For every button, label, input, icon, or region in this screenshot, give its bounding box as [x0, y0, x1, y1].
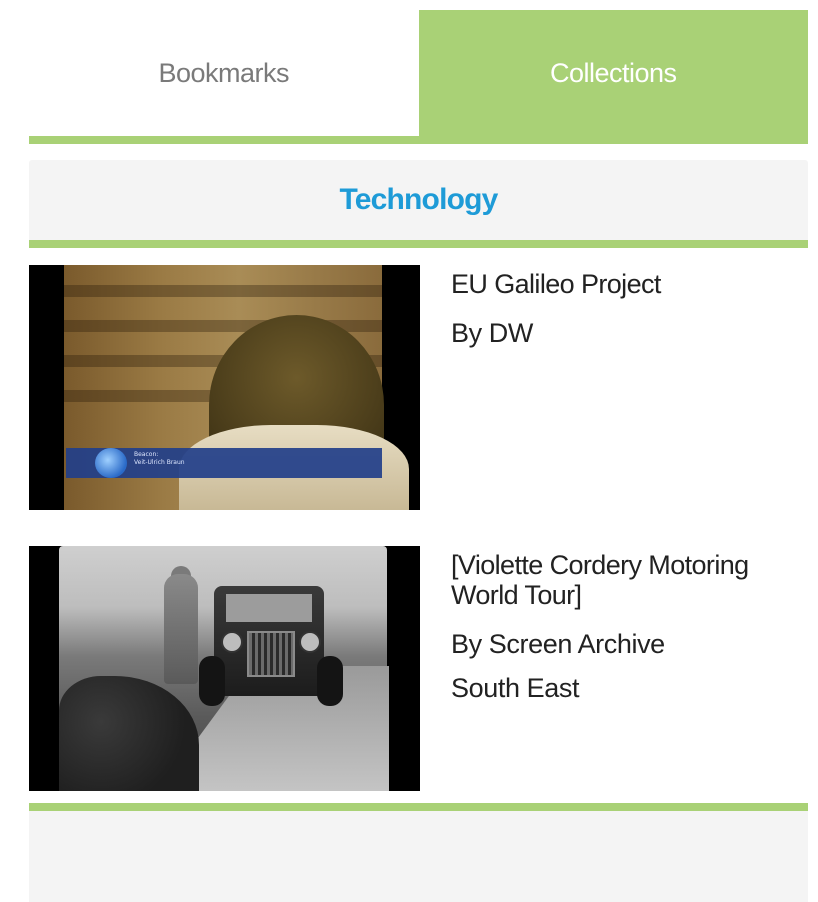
blind-stripe [64, 285, 382, 297]
item-info: EU Galileo Project By DW [451, 265, 661, 510]
item-title[interactable]: [Violette Cordery Motoring World Tour] [451, 550, 751, 610]
video-thumbnail[interactable] [29, 546, 420, 791]
wheel-shape [199, 656, 225, 706]
collection-header: Technology [29, 160, 808, 248]
item-title[interactable]: EU Galileo Project [451, 269, 661, 299]
tab-collections[interactable]: Collections [418, 10, 808, 136]
tab-bookmarks[interactable]: Bookmarks [29, 10, 419, 136]
car-window-shape [226, 594, 312, 622]
item-author: By DW [451, 318, 533, 348]
collection-title: Technology [339, 183, 498, 216]
video-list: Beacon: Veit-Ulrich Braun EU Galileo Pro… [29, 265, 808, 791]
list-item[interactable]: [Violette Cordery Motoring World Tour] B… [29, 546, 808, 791]
wheel-shape [317, 656, 343, 706]
caption-line-2: Veit-Ulrich Braun [134, 459, 185, 466]
item-author: By Screen Archive South East [451, 629, 665, 703]
headlamp-shape [221, 631, 243, 653]
caption-text: Beacon: Veit-Ulrich Braun [134, 451, 185, 467]
video-thumbnail[interactable]: Beacon: Veit-Ulrich Braun [29, 265, 420, 510]
car-grille-shape [247, 631, 295, 677]
item-info: [Violette Cordery Motoring World Tour] B… [451, 546, 751, 791]
headlamp-shape [299, 631, 321, 653]
person-shape [164, 574, 198, 684]
footer-panel [29, 803, 808, 902]
list-item[interactable]: Beacon: Veit-Ulrich Braun EU Galileo Pro… [29, 265, 808, 510]
tab-bar: Bookmarks Collections [29, 10, 808, 144]
caption-line-1: Beacon: [134, 451, 159, 458]
collections-panel: Bookmarks Collections Technology Beacon:… [29, 10, 808, 827]
globe-icon [95, 448, 127, 478]
